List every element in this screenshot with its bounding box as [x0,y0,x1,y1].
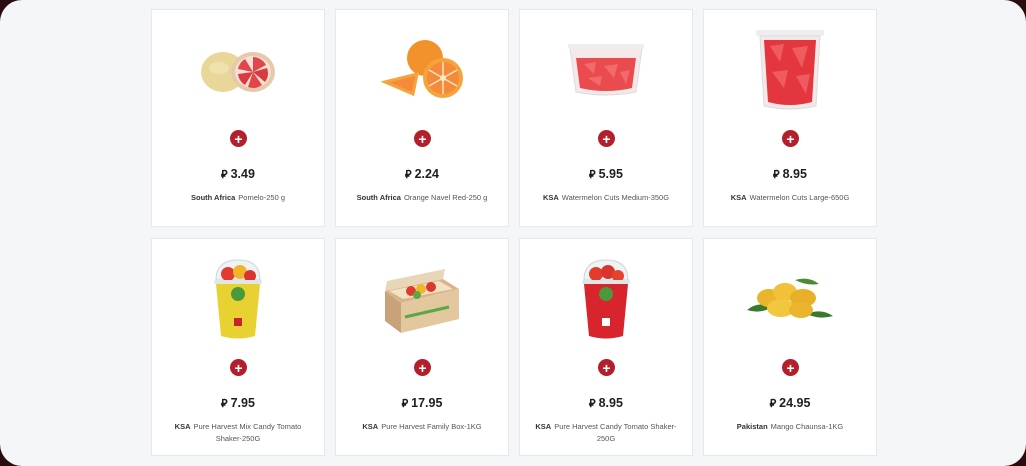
add-to-cart-button[interactable]: + [230,359,247,376]
product-image-mango[interactable] [704,247,876,351]
product-name[interactable]: South Africa Orange Navel Red-250 g [348,192,496,204]
add-to-cart-button[interactable]: + [598,130,615,147]
product-name[interactable]: Pakistan Mango Chaunsa-1KG [716,421,864,433]
plus-icon: + [786,359,795,376]
plus-icon: + [602,130,611,147]
add-to-cart-button[interactable]: + [782,130,799,147]
add-to-cart-button[interactable]: + [598,359,615,376]
add-to-cart-button[interactable]: + [230,130,247,147]
product-price: ⃁ 5.95 [589,167,623,181]
currency-icon: ⃁ [769,398,777,410]
product-card[interactable]: + ⃁ 8.95 KSA Pure Harvest Candy Tomato Sha… [519,238,693,456]
product-card[interactable]: + ⃁ 24.95 Pakistan Mango Chaunsa-1KG [703,238,877,456]
product-price: ⃁ 2.24 [405,167,439,181]
product-price: ⃁ 8.95 [589,396,623,410]
plus-icon: + [234,359,243,376]
product-card[interactable]: + ⃁ 17.95 KSA Pure Harvest Family Box-1KG [335,238,509,456]
currency-icon: ⃁ [773,169,780,181]
product-card[interactable]: + ⃁ 8.95 KSA Watermelon Cuts Large-650G [703,9,877,227]
currency-icon: ⃁ [221,169,228,181]
add-to-cart-button[interactable]: + [782,359,799,376]
currency-icon: ⃁ [401,398,409,410]
currency-icon: ⃁ [589,169,596,181]
product-name[interactable]: South Africa Pomelo-250 g [164,192,312,204]
product-image-family-box[interactable] [336,247,508,351]
product-panel: + ⃁ 3.49 South Africa Pomelo-250 g + ⃁ 2.24… [0,0,1026,466]
product-card[interactable]: + ⃁ 7.95 KSA Pure Harvest Mix Candy Tomato… [151,238,325,456]
product-image-tomato-shaker-red[interactable] [520,247,692,351]
currency-icon: ⃁ [221,398,228,410]
plus-icon: + [786,130,795,147]
product-price: ⃁ 17.95 [401,396,443,410]
product-name[interactable]: KSA Pure Harvest Family Box-1KG [348,421,496,433]
product-name[interactable]: KSA Pure Harvest Mix Candy Tomato Shaker-… [164,421,312,445]
product-card[interactable]: + ⃁ 5.95 KSA Watermelon Cuts Medium-350G [519,9,693,227]
product-image-watermelon-medium[interactable] [520,18,692,122]
product-price: ⃁ 7.95 [221,396,255,410]
plus-icon: + [602,359,611,376]
plus-icon: + [418,130,427,147]
product-image-orange[interactable] [336,18,508,122]
plus-icon: + [234,130,243,147]
product-name[interactable]: KSA Watermelon Cuts Medium-350G [532,192,680,204]
product-name[interactable]: KSA Pure Harvest Candy Tomato Shaker-250G [532,421,680,445]
add-to-cart-button[interactable]: + [414,130,431,147]
plus-icon: + [418,359,427,376]
product-card[interactable]: + ⃁ 3.49 South Africa Pomelo-250 g [151,9,325,227]
product-price: ⃁ 8.95 [773,167,807,181]
product-price: ⃁ 24.95 [769,396,811,410]
product-price: ⃁ 3.49 [221,167,255,181]
add-to-cart-button[interactable]: + [414,359,431,376]
product-image-pomelo[interactable] [152,18,324,122]
product-grid: + ⃁ 3.49 South Africa Pomelo-250 g + ⃁ 2.24… [151,9,877,456]
product-image-tomato-shaker-yellow[interactable] [152,247,324,351]
product-image-watermelon-large[interactable] [704,18,876,122]
product-card[interactable]: + ⃁ 2.24 South Africa Orange Navel Red-250… [335,9,509,227]
currency-icon: ⃁ [589,398,596,410]
product-name[interactable]: KSA Watermelon Cuts Large-650G [716,192,864,204]
currency-icon: ⃁ [405,169,412,181]
